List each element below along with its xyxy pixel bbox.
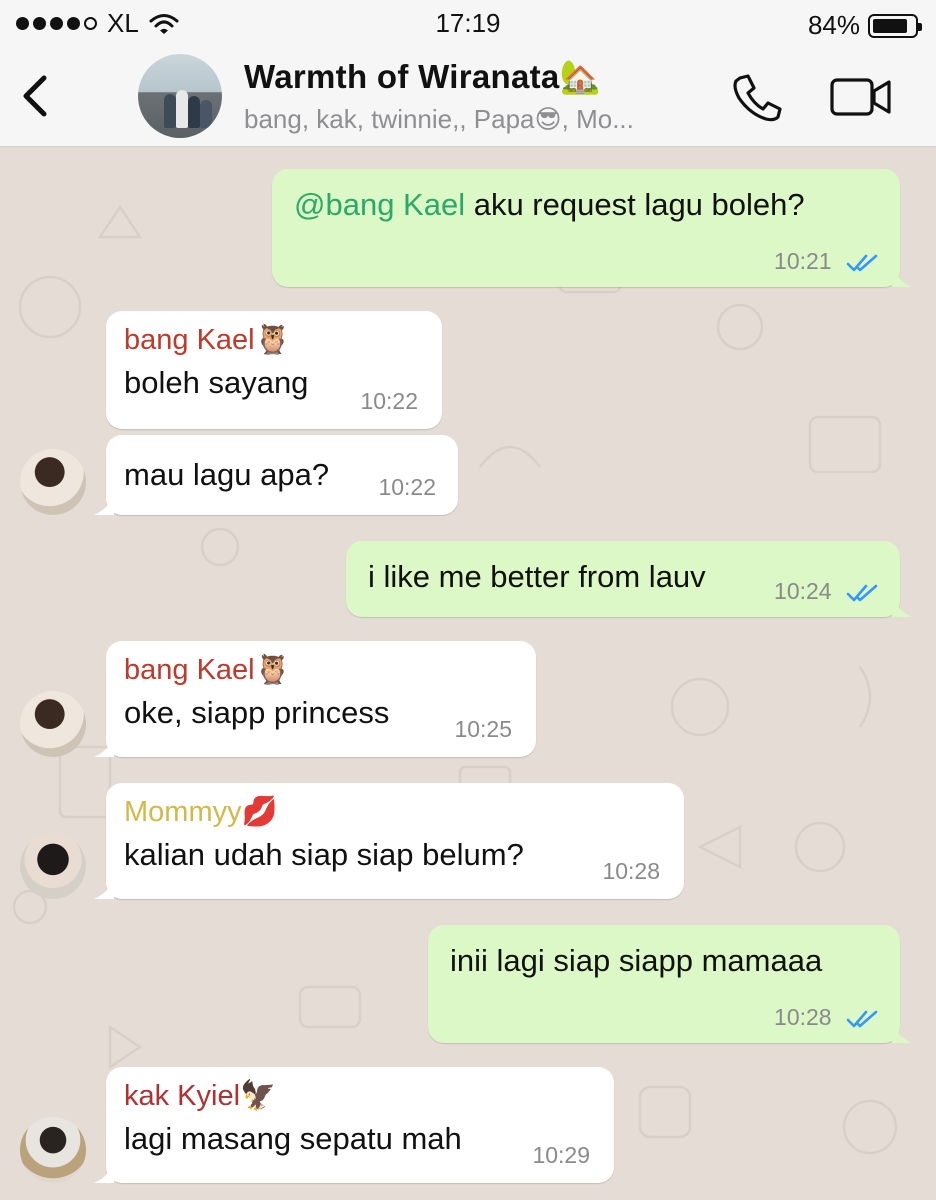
message-time: 10:29 bbox=[532, 1142, 590, 1168]
video-call-button[interactable] bbox=[830, 76, 892, 118]
chat-area[interactable]: @bang Kael aku request lagu boleh? 10:21… bbox=[0, 147, 936, 1200]
bubble-tail bbox=[94, 495, 114, 515]
message-text: i like me better from lauv bbox=[368, 559, 706, 594]
message-text: inii lagi siap siapp mamaaa bbox=[450, 943, 823, 978]
message-bubble-incoming[interactable]: bang Kael🦉 boleh sayang 10:22 bbox=[106, 311, 442, 429]
bubble-tail bbox=[892, 267, 912, 287]
avatar-kak-kyiel[interactable] bbox=[20, 1117, 86, 1183]
mention-link[interactable]: @bang Kael bbox=[294, 187, 465, 222]
sender-name[interactable]: Mommyy💋 bbox=[124, 795, 666, 829]
message-bubble-outgoing[interactable]: i like me better from lauv 10:24 bbox=[346, 541, 912, 617]
bubble-tail bbox=[892, 1023, 912, 1043]
status-bar: XL 17:19 84% bbox=[0, 0, 936, 48]
double-check-icon bbox=[846, 1010, 878, 1028]
battery-area: 84% bbox=[807, 10, 922, 41]
message-text: kalian udah siap siap belum? bbox=[124, 837, 524, 872]
group-avatar[interactable] bbox=[138, 54, 222, 138]
voice-call-button[interactable] bbox=[730, 72, 784, 122]
back-button[interactable] bbox=[16, 70, 56, 122]
avatar-bang-kael[interactable] bbox=[20, 449, 86, 515]
message-time: 10:24 bbox=[774, 578, 880, 605]
message-text: lagi masang sepatu mah bbox=[124, 1121, 462, 1156]
avatar-bang-kael[interactable] bbox=[20, 691, 86, 757]
chat-participants[interactable]: bang, kak, twinnie,, Papa😎, Mo... bbox=[244, 104, 634, 135]
battery-percent: 84% bbox=[807, 10, 860, 40]
status-time: 17:19 bbox=[435, 8, 501, 38]
bubble-tail bbox=[94, 879, 114, 899]
message-time: 10:21 bbox=[774, 248, 880, 275]
message-bubble-outgoing[interactable]: @bang Kael aku request lagu boleh? 10:21 bbox=[272, 169, 912, 287]
message-time: 10:22 bbox=[378, 474, 436, 500]
chat-title[interactable]: Warmth of Wiranata🏡 bbox=[244, 58, 601, 97]
message-time: 10:25 bbox=[454, 716, 512, 742]
sender-name[interactable]: kak Kyiel🦅 bbox=[124, 1079, 596, 1113]
message-text: mau lagu apa? bbox=[124, 457, 330, 492]
bubble-tail bbox=[892, 597, 912, 617]
message-bubble-incoming[interactable]: Mommyy💋 kalian udah siap siap belum? 10:… bbox=[94, 783, 684, 899]
chevron-left-icon bbox=[23, 75, 47, 117]
message-bubble-outgoing[interactable]: inii lagi siap siapp mamaaa 10:28 bbox=[428, 925, 912, 1043]
message-bubble-incoming[interactable]: mau lagu apa? 10:22 bbox=[94, 435, 458, 515]
double-check-icon bbox=[846, 584, 878, 602]
double-check-icon bbox=[846, 254, 878, 272]
message-bubble-incoming[interactable]: kak Kyiel🦅 lagi masang sepatu mah 10:29 bbox=[94, 1067, 614, 1183]
battery-icon bbox=[868, 13, 922, 38]
message-text: aku request lagu boleh? bbox=[465, 187, 805, 222]
sender-name[interactable]: bang Kael🦉 bbox=[124, 653, 518, 687]
phone-icon bbox=[733, 74, 782, 122]
bubble-tail bbox=[94, 1163, 114, 1183]
avatar-mommyy[interactable] bbox=[20, 833, 86, 899]
message-time: 10:28 bbox=[602, 858, 660, 884]
bubble-tail bbox=[94, 737, 114, 757]
sender-name[interactable]: bang Kael🦉 bbox=[124, 323, 424, 357]
message-bubble-incoming[interactable]: bang Kael🦉 oke, siapp princess 10:25 bbox=[94, 641, 536, 757]
chat-header: Warmth of Wiranata🏡 bang, kak, twinnie,,… bbox=[0, 48, 936, 147]
video-camera-icon bbox=[830, 78, 891, 116]
message-time: 10:22 bbox=[360, 388, 418, 414]
message-time: 10:28 bbox=[774, 1004, 880, 1031]
